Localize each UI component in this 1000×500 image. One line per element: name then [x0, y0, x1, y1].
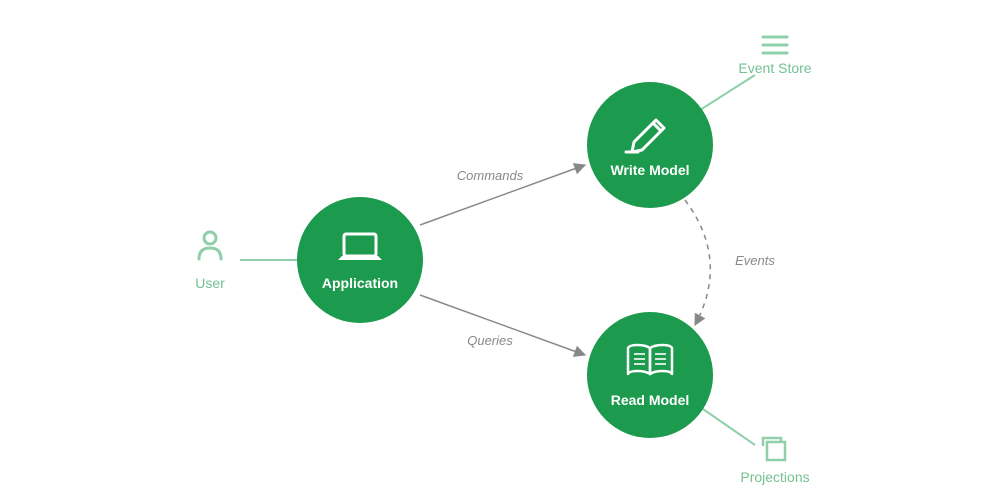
external-user-label: User [195, 275, 225, 291]
external-projections: Projections [740, 438, 809, 485]
external-projections-label: Projections [740, 469, 809, 485]
layers-icon [763, 438, 785, 460]
node-write-model-label: Write Model [610, 162, 689, 178]
edge-queries-label: Queries [467, 333, 513, 348]
node-read-model-label: Read Model [611, 392, 690, 408]
edge-events [685, 200, 710, 325]
edge-commands-label: Commands [457, 168, 524, 183]
external-user: User [195, 232, 225, 291]
connector-writemodel-eventstore [700, 75, 755, 110]
connector-readmodel-projections [700, 407, 755, 445]
node-write-model: Write Model [587, 82, 713, 208]
user-icon [199, 232, 221, 259]
external-event-store-label: Event Store [738, 60, 811, 76]
node-application: Application [297, 197, 423, 323]
node-read-model: Read Model [587, 312, 713, 438]
external-event-store: Event Store [738, 36, 811, 76]
node-application-label: Application [322, 275, 398, 291]
server-icon [762, 36, 787, 55]
cqrs-diagram: Commands Queries Events User Event Store… [0, 0, 1000, 500]
edge-events-label: Events [735, 253, 775, 268]
